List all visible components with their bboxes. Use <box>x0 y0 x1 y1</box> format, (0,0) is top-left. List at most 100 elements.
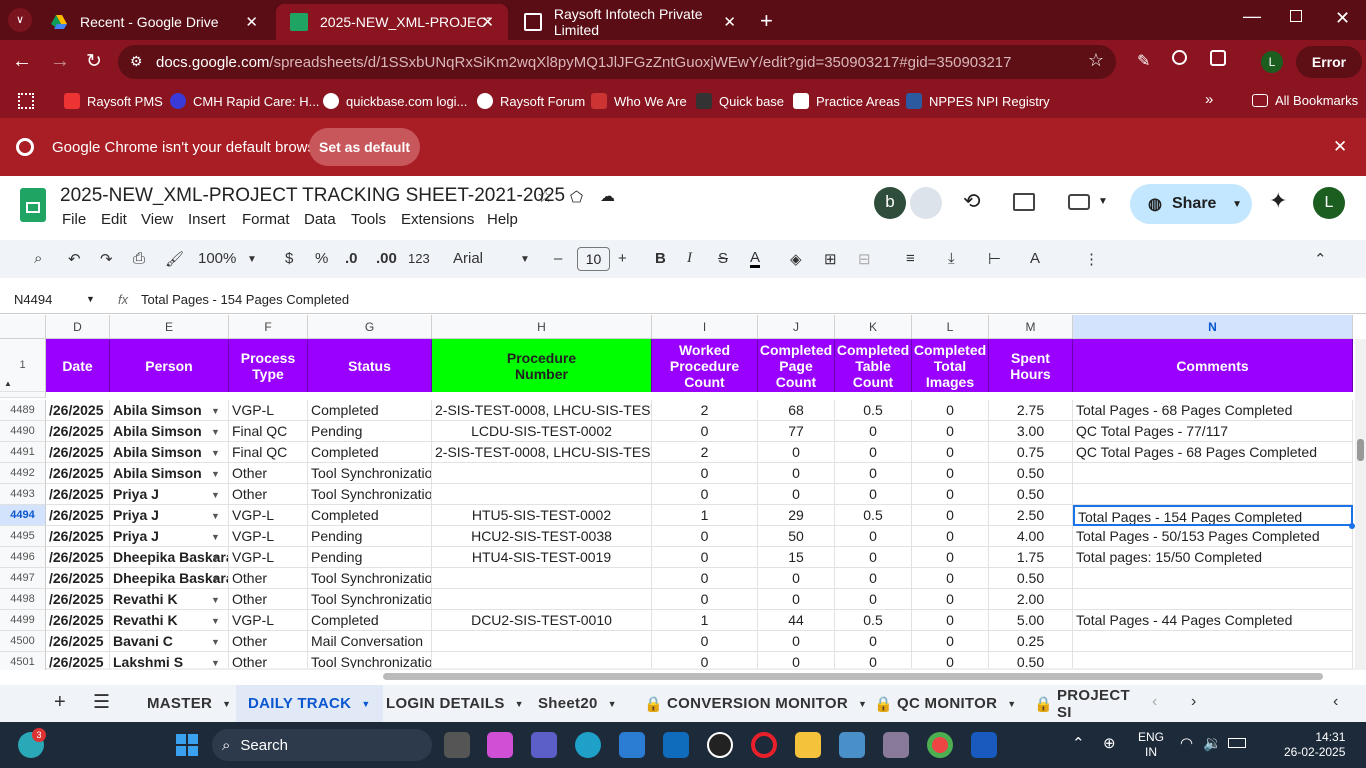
column-header-e[interactable]: E <box>110 315 229 339</box>
table-cell[interactable]: 0 <box>652 463 758 484</box>
menu-format[interactable]: Format <box>242 211 290 228</box>
font-select[interactable]: Arial <box>453 250 483 267</box>
more-formats-button[interactable]: 123 <box>408 251 430 266</box>
table-cell[interactable] <box>1073 568 1353 589</box>
table-cell[interactable]: 0 <box>912 505 989 526</box>
strikethrough-icon[interactable]: S <box>718 250 728 267</box>
table-cell[interactable]: Total Pages - 68 Pages Completed <box>1073 400 1353 421</box>
table-cell[interactable]: VGP-L <box>229 505 308 526</box>
table-cell[interactable]: 0 <box>652 589 758 610</box>
bookmark-practice-areas[interactable]: Practice Areas <box>793 93 900 109</box>
table-cell[interactable] <box>432 589 652 610</box>
table-cell[interactable]: Completed <box>308 442 432 463</box>
table-cell[interactable]: 68 <box>758 400 835 421</box>
sheet-tab-sheet20[interactable]: Sheet20 ▼ <box>526 685 629 722</box>
extensions-icon[interactable] <box>1210 50 1226 66</box>
table-cell[interactable]: 0.5 <box>835 505 912 526</box>
table-cell[interactable]: Total Pages - 44 Pages Completed <box>1073 610 1353 631</box>
vertical-scrollbar[interactable] <box>1355 339 1366 670</box>
sheet-tab-conversion-monitor[interactable]: 🔒 CONVERSION MONITOR ▼ <box>632 685 879 722</box>
row-number[interactable]: 4494 <box>0 505 46 526</box>
volume-icon[interactable]: 🔉 <box>1203 734 1222 752</box>
table-cell[interactable]: Pending <box>308 526 432 547</box>
table-cell[interactable]: 0.5 <box>835 610 912 631</box>
table-cell[interactable] <box>432 484 652 505</box>
gemini-icon[interactable]: ✦ <box>1269 188 1287 214</box>
table-cell[interactable]: /26/2025 <box>46 568 110 589</box>
tab-google-drive[interactable]: Recent - Google Drive ✕ <box>36 4 272 40</box>
collapse-toolbar-icon[interactable]: ⌃ <box>1314 250 1327 268</box>
borders-icon[interactable]: ⊞ <box>824 250 837 268</box>
table-cell[interactable]: 0 <box>912 589 989 610</box>
all-bookmarks[interactable]: All Bookmarks <box>1252 93 1358 108</box>
cloud-status-icon[interactable]: ☁ <box>600 187 615 205</box>
close-tab-icon[interactable]: ✕ <box>245 13 258 31</box>
row-number[interactable]: 4498 <box>0 589 46 610</box>
table-cell[interactable]: 0 <box>835 463 912 484</box>
table-cell[interactable]: 0 <box>758 568 835 589</box>
table-cell[interactable]: 2.50 <box>989 505 1073 526</box>
italic-icon[interactable]: I <box>687 250 692 267</box>
column-header-k[interactable]: K <box>835 315 912 339</box>
table-cell[interactable]: 0 <box>758 442 835 463</box>
reload-icon[interactable]: ↻ <box>86 50 102 73</box>
undo-icon[interactable]: ↶ <box>68 250 81 268</box>
table-cell[interactable]: 2.75 <box>989 400 1073 421</box>
dropdown-chevron-icon[interactable]: ▼ <box>211 532 220 542</box>
language-indicator[interactable]: ENG IN <box>1138 730 1164 760</box>
table-cell[interactable]: 0 <box>912 442 989 463</box>
row-number[interactable]: 4499 <box>0 610 46 631</box>
zoom-icon[interactable] <box>1172 50 1187 65</box>
table-cell[interactable]: 0 <box>912 400 989 421</box>
dropdown-icon[interactable]: ▼ <box>222 699 231 709</box>
table-cell[interactable]: Other <box>229 463 308 484</box>
name-box-dropdown-icon[interactable]: ▼ <box>86 294 95 304</box>
table-cell[interactable]: 0 <box>652 568 758 589</box>
search-menus-icon[interactable]: ⌕ <box>34 250 42 267</box>
sheet-tab-project-si[interactable]: 🔒 PROJECT SI <box>1022 685 1136 722</box>
dropdown-chevron-icon[interactable]: ▼ <box>211 490 220 500</box>
forward-icon[interactable]: → <box>50 50 70 73</box>
table-cell[interactable]: Final QC <box>229 442 308 463</box>
zoom-dropdown-icon[interactable]: ▼ <box>247 254 257 265</box>
table-cell[interactable]: 0 <box>652 421 758 442</box>
menu-file[interactable]: File <box>62 211 86 228</box>
table-cell[interactable] <box>1073 589 1353 610</box>
table-cell[interactable]: 0.50 <box>989 463 1073 484</box>
paint-format-icon[interactable]: 🖌 <box>165 250 184 268</box>
menu-help[interactable]: Help <box>487 211 518 228</box>
battery-icon[interactable] <box>1228 738 1246 748</box>
menu-edit[interactable]: Edit <box>101 211 127 228</box>
scroll-tabs-right-icon[interactable]: › <box>1191 693 1196 711</box>
word-icon[interactable] <box>971 732 997 758</box>
opera-icon[interactable] <box>751 732 777 758</box>
row-number[interactable]: 4490 <box>0 421 46 442</box>
close-tab-icon[interactable]: ✕ <box>481 13 494 31</box>
table-cell[interactable]: VGP-L <box>229 400 308 421</box>
power-automate-icon[interactable] <box>663 732 689 758</box>
table-cell[interactable]: /26/2025 <box>46 610 110 631</box>
table-cell[interactable]: 15 <box>758 547 835 568</box>
table-cell[interactable]: 0 <box>835 547 912 568</box>
table-cell[interactable]: QC Total Pages - 68 Pages Completed <box>1073 442 1353 463</box>
table-cell[interactable]: 0 <box>912 484 989 505</box>
url-field[interactable]: ⚙ docs.google.com/spreadsheets/d/1SSxbUN… <box>118 45 1116 79</box>
table-cell[interactable]: /26/2025 <box>46 547 110 568</box>
table-cell[interactable]: Other <box>229 631 308 652</box>
move-icon[interactable]: ⬠ <box>570 188 583 206</box>
dropdown-chevron-icon[interactable]: ▼ <box>211 469 220 479</box>
dropdown-chevron-icon[interactable]: ▼ <box>211 448 220 458</box>
share-button[interactable]: ◍ Share ▼ <box>1130 184 1252 224</box>
table-cell[interactable]: LCDU-SIS-TEST-0002 <box>432 421 652 442</box>
tab-sheets[interactable]: 2025-NEW_XML-PROJECT TRACK ✕ <box>276 4 508 40</box>
bookmark-quickbase[interactable]: quickbase.com logi... <box>323 93 467 109</box>
table-cell[interactable]: Mail Conversation <box>308 631 432 652</box>
star-icon[interactable]: ☆ <box>537 186 553 207</box>
table-cell[interactable]: VGP-L <box>229 610 308 631</box>
table-cell[interactable]: Total pages: 15/50 Completed <box>1073 547 1353 568</box>
menu-data[interactable]: Data <box>304 211 336 228</box>
set-default-button[interactable]: Set as default <box>309 128 420 166</box>
table-cell[interactable]: 29 <box>758 505 835 526</box>
version-history-icon[interactable]: ⟲ <box>963 189 981 214</box>
bookmark-who-we-are[interactable]: Who We Are <box>591 93 687 109</box>
